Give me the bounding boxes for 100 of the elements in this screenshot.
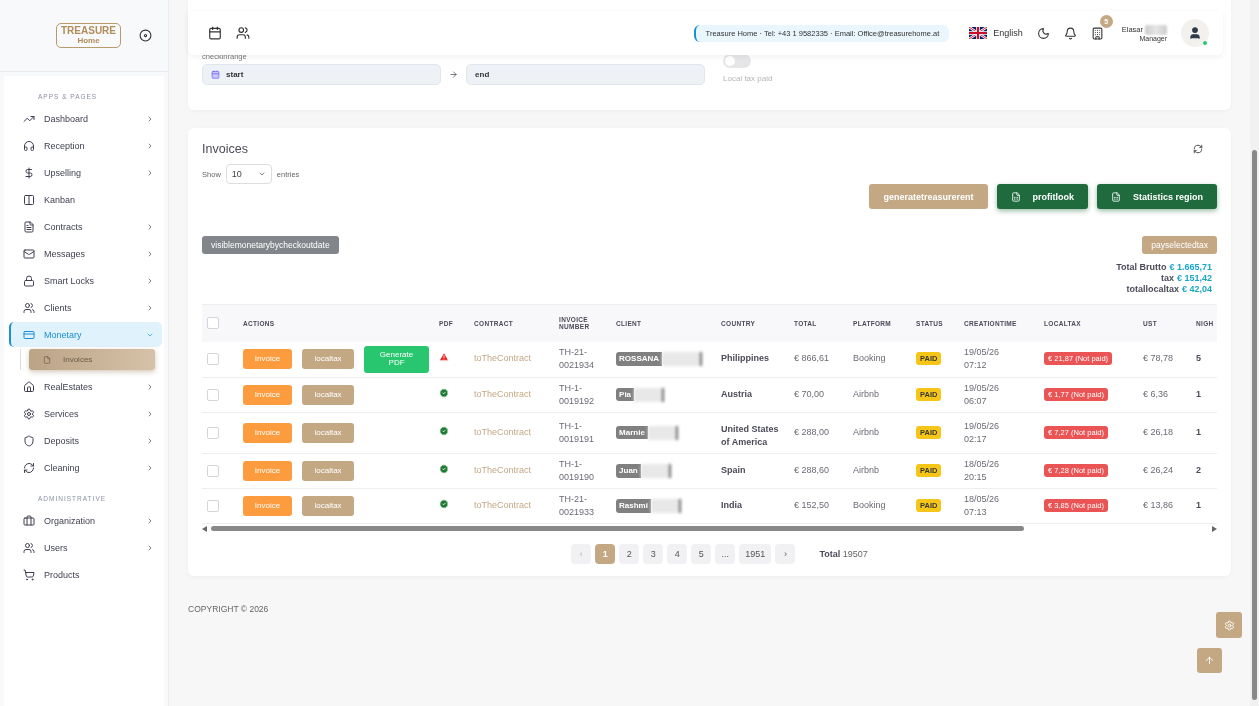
redacted-block [640,463,671,478]
scroll-to-top-button[interactable] [1197,648,1223,673]
users-icon [23,541,35,554]
next-page-button[interactable]: › [775,543,796,564]
settings-button[interactable] [1216,612,1243,638]
sidebar-item[interactable]: Messages [9,241,163,266]
bell-icon[interactable] [1063,26,1077,40]
sidebar-item[interactable]: Users [9,535,163,560]
client-name: Pia [616,387,635,402]
lock-icon [23,274,35,287]
table-cell: 5 [1191,341,1218,377]
arrow-up-icon [1204,655,1216,666]
mail-icon [23,247,35,260]
sidebar-toggle-icon[interactable] [139,29,153,42]
sidebar-item[interactable]: Upselling [9,160,163,185]
table-cell: € 288,00 [789,412,849,454]
table-cell: Airbnb [848,412,912,454]
table-cell: € 6,36 [1138,377,1192,413]
card-title: Invoices [202,142,248,156]
page-button[interactable]: ... [715,543,736,564]
sidebar-item[interactable]: Contracts [9,214,163,239]
end-date-field[interactable]: end [466,64,706,85]
language-selector[interactable]: English [969,27,1023,39]
scroll-left-icon[interactable] [202,525,208,532]
table-cell: Airbnb [848,453,912,489]
credit-card-icon [23,328,35,341]
calendar-icon[interactable] [208,26,223,40]
creation-date: 19/05/26 [964,346,1000,357]
total-count: Total 19507 [819,548,868,559]
start-date-field[interactable]: start [202,64,442,85]
row-checkbox[interactable] [207,464,220,477]
table-cell: TH-1-0019190 [554,453,612,489]
vertical-scrollbar[interactable] [1250,0,1259,706]
row-checkbox[interactable] [207,499,220,512]
dollar-icon [23,166,35,179]
client-name: ROSSANA [616,352,663,366]
building-icon[interactable] [1090,26,1104,40]
redacted-block [647,425,678,440]
sidebar-item[interactable]: Reception [9,133,163,158]
page-size-select[interactable]: 10 [225,164,272,184]
client-name: Juan [616,463,641,478]
table-cell: € 70,00 [789,377,849,413]
total-value: € 42,04 [1182,284,1213,294]
page-button[interactable]: 4 [667,543,688,564]
sidebar-item[interactable]: Services [9,401,163,426]
refresh-icon[interactable] [1193,144,1204,154]
table-cell: United States of America [716,412,790,454]
filter-button[interactable]: visiblemonetarybycheckoutdate [202,236,339,254]
table-cell: TH-21-0021933 [554,488,612,524]
scroll-right-icon[interactable] [1212,525,1218,532]
table-cell: Spain [716,453,790,489]
sidebar-item[interactable]: Dashboard [9,106,163,131]
logo: TREASURE Home [56,23,121,48]
table-cell: € 866,61 [789,341,849,377]
table-cell: € 26,24 [1138,453,1192,489]
row-checkbox[interactable] [207,388,220,401]
action-button[interactable]: Statistics region [1097,184,1218,209]
sidebar-item[interactable]: RealEstates [9,374,163,399]
table-cell: € 152,50 [789,488,849,524]
table-cell: 1 [1191,377,1218,413]
redacted-block [634,387,665,402]
page-button[interactable]: 1951 [739,543,772,564]
table-cell: Austria [716,377,790,413]
sidebar-item[interactable]: Organization [9,508,163,533]
sidebar-item[interactable]: Smart Locks [9,268,163,293]
total-value: € 1.665,71 [1169,262,1213,272]
creation-date: 18/05/26 [964,458,1000,469]
page-button[interactable]: 2 [619,543,640,564]
row-checkbox[interactable] [207,426,220,439]
action-button[interactable]: profitlook [996,184,1088,209]
table-cell: India [716,488,790,524]
briefcase-icon [23,514,35,527]
table-cell: € 288,60 [789,453,849,489]
creation-date: 19/05/26 [964,382,1000,393]
sidebar-item[interactable]: Cleaning [9,455,163,480]
table-cell: Booking [848,341,912,377]
moon-icon[interactable] [1036,26,1050,40]
creation-time: 07:12 [964,360,987,370]
table-cell: 1 [1191,488,1218,524]
sidebar-item[interactable]: Products [9,562,163,587]
sidebar-item[interactable]: Deposits [9,428,163,453]
table-cell: TH-1-0019192 [554,377,612,413]
row-checkbox[interactable] [207,353,220,365]
avatar[interactable] [1181,19,1210,47]
select-all-checkbox[interactable] [207,317,220,330]
subitem-label: Invoices [63,355,93,364]
users-icon[interactable] [236,26,251,40]
page-button[interactable]: 3 [643,543,664,564]
total-label: Total Brutto [1116,262,1167,272]
creation-time: 07:13 [964,506,987,517]
horizontal-scrollbar[interactable] [202,525,1218,532]
document-icon [23,220,35,233]
page-button[interactable]: 5 [691,543,712,564]
sidebar-item[interactable]: Clients [9,295,163,320]
refresh-icon [23,461,35,474]
user-icon [1188,26,1203,40]
table-cell: Airbnb [848,377,912,413]
total-label: totallocaltax [1126,284,1179,294]
arrow-right-icon [449,70,459,79]
sidebar-item[interactable]: Kanban [9,187,163,212]
